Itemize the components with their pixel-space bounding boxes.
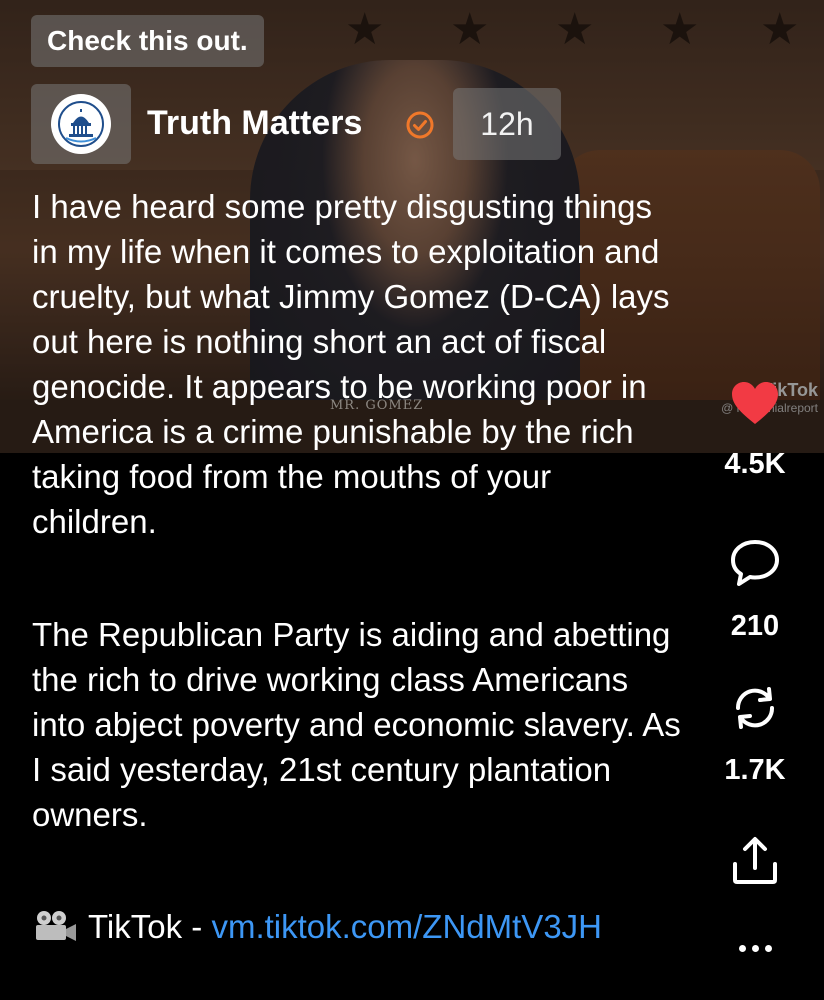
like-button[interactable] (730, 380, 780, 426)
post-paragraph: The Republican Party is aiding and abett… (32, 616, 681, 833)
capitol-dome-logo (58, 101, 104, 147)
dot (738, 945, 746, 952)
like-action: 4.5K (700, 380, 810, 481)
share-button[interactable] (729, 836, 781, 886)
verified-check-icon (406, 111, 434, 139)
link-line: TikTok - vm.tiktok.com/ZNdMtV3JH (32, 904, 682, 949)
heart-icon (732, 382, 778, 424)
author-name[interactable]: Truth Matters (147, 104, 362, 143)
link-prefix: TikTok - (88, 908, 212, 945)
repost-button[interactable] (729, 684, 781, 732)
repost-count: 1.7K (724, 754, 786, 786)
post-time: 12h (453, 88, 561, 160)
post-paragraph: I have heard some pretty disgusting thin… (32, 188, 670, 540)
more-dots-icon[interactable] (738, 945, 772, 952)
dot (751, 945, 759, 952)
share-action (700, 836, 810, 886)
repost-action: 1.7K (700, 684, 810, 787)
reply-count: 210 (730, 610, 780, 642)
post-screen: ★ ★ ★ ★ ★ MR. GOMEZ TikTok @ millennialr… (0, 0, 824, 1000)
repost-arrows-icon (735, 687, 775, 729)
avatar[interactable] (51, 94, 111, 154)
avatar-chip[interactable] (31, 84, 131, 164)
reply-button[interactable] (729, 538, 781, 588)
like-count: 4.5K (724, 448, 786, 480)
more-action (700, 945, 810, 952)
post-label: Check this out. (31, 15, 264, 67)
tiktok-link[interactable]: vm.tiktok.com/ZNdMtV3JH (211, 908, 602, 945)
dot (764, 945, 772, 952)
comment-bubble-icon (731, 540, 779, 586)
reply-action: 210 (700, 538, 810, 643)
movie-camera-icon (36, 911, 76, 941)
share-icon (733, 837, 777, 884)
